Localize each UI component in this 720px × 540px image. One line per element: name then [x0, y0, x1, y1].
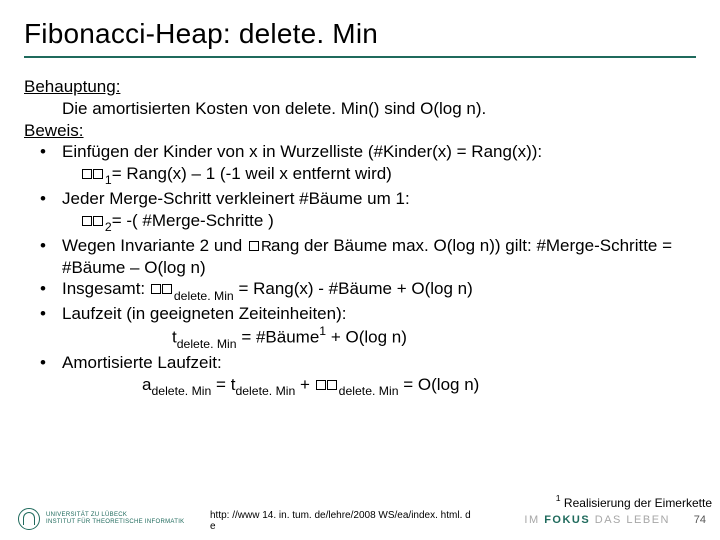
bullet-6-sub3: delete. Min — [339, 384, 399, 398]
claim-text: Die amortisierten Kosten von delete. Min… — [24, 98, 696, 120]
footer: UNIVERSITÄT ZU LÜBECK INSTITUT FÜR THEOR… — [0, 492, 720, 534]
source-line1: http: //www 14. in. tum. de/lehre/2008 W… — [210, 510, 510, 521]
tagline-post: DAS LEBEN — [590, 514, 670, 526]
bullet-6-mid1: = t — [211, 375, 235, 394]
university-logo: UNIVERSITÄT ZU LÜBECK INSTITUT FÜR THEOR… — [18, 508, 184, 530]
delta-phi-icon — [82, 168, 104, 180]
delta-phi-icon — [316, 379, 338, 391]
footnote-sup: 1 — [556, 493, 561, 503]
bullet-1: • Einfügen der Kinder von x in Wurzellis… — [24, 141, 696, 188]
bullet-3-text-a: Wegen Invariante 2 und — [62, 236, 247, 255]
claim-label: Behauptung: — [24, 77, 120, 96]
logo-icon — [18, 508, 40, 530]
bullet-5-sup: 1 — [319, 324, 326, 338]
bullet-1-sub: 1 — [105, 173, 112, 187]
bullet-5-text: Laufzeit (in geeigneten Zeiteinheiten): — [62, 304, 346, 323]
bullet-5: • Laufzeit (in geeigneten Zeiteinheiten)… — [24, 303, 696, 351]
bullet-2-sub: 2 — [105, 220, 112, 234]
bullet-dot: • — [40, 235, 62, 279]
bullet-2: • Jeder Merge-Schritt verkleinert #Bäume… — [24, 188, 696, 235]
page-number: 74 — [694, 514, 706, 526]
title-rule — [24, 56, 696, 58]
bullet-5-sub: delete. Min — [177, 337, 237, 351]
source-line2: e — [210, 521, 510, 532]
bullet-dot: • — [40, 303, 62, 351]
bullet-dot: • — [40, 352, 62, 399]
tagline-bold: FOKUS — [544, 514, 590, 526]
bullet-6-rhs: = O(log n) — [399, 375, 480, 394]
footnote: 1 Realisierung der Eimerkette — [556, 494, 712, 510]
delta-phi-icon — [151, 283, 173, 295]
bullet-3: • Wegen Invariante 2 und ang der Bäume m… — [24, 235, 696, 279]
slide-title: Fibonacci-Heap: delete. Min — [24, 18, 696, 50]
logo-text: UNIVERSITÄT ZU LÜBECK INSTITUT FÜR THEOR… — [46, 512, 184, 525]
tagline-pre: IM — [524, 514, 544, 526]
bullet-5-rhs-a: = #Bäume — [237, 328, 320, 347]
bullet-6-sub2: delete. Min — [235, 384, 295, 398]
slide-body: Behauptung: Die amortisierten Kosten von… — [24, 76, 696, 399]
bullet-4-text-a: Insgesamt: — [62, 279, 150, 298]
bullet-dot: • — [40, 188, 62, 235]
bullet-dot: • — [40, 141, 62, 188]
footnote-text: Realisierung der Eimerkette — [561, 496, 712, 510]
logo-line2: INSTITUT FÜR THEORETISCHE INFORMATIK — [46, 519, 184, 526]
source-url: http: //www 14. in. tum. de/lehre/2008 W… — [210, 510, 510, 532]
bullet-6-text: Amortisierte Laufzeit: — [62, 353, 222, 372]
bullet-2-rhs: = -( #Merge-Schritte ) — [112, 211, 274, 230]
bullet-6-sub1: delete. Min — [151, 384, 211, 398]
bullet-4-rhs: = Rang(x) - #Bäume + O(log n) — [234, 279, 473, 298]
proof-label: Beweis: — [24, 121, 84, 140]
bullet-5-rhs-b: + O(log n) — [326, 328, 407, 347]
logo-line1: UNIVERSITÄT ZU LÜBECK — [46, 512, 184, 519]
bullet-4: • Insgesamt: delete. Min = Rang(x) - #Bä… — [24, 278, 696, 303]
bullet-1-rhs: = Rang(x) – 1 (-1 weil x entfernt wird) — [112, 164, 392, 183]
bullet-2-text: Jeder Merge-Schritt verkleinert #Bäume u… — [62, 189, 410, 208]
delta-phi-icon — [82, 215, 104, 227]
tagline: IM FOKUS DAS LEBEN — [524, 514, 670, 526]
bullet-6: • Amortisierte Laufzeit: adelete. Min = … — [24, 352, 696, 399]
bullet-dot: • — [40, 278, 62, 303]
bullet-6-mid2: + — [295, 375, 314, 394]
invariant-r-icon — [247, 240, 271, 252]
bullet-1-text: Einfügen der Kinder von x in Wurzelliste… — [62, 142, 542, 161]
bullet-4-sub: delete. Min — [174, 289, 234, 303]
